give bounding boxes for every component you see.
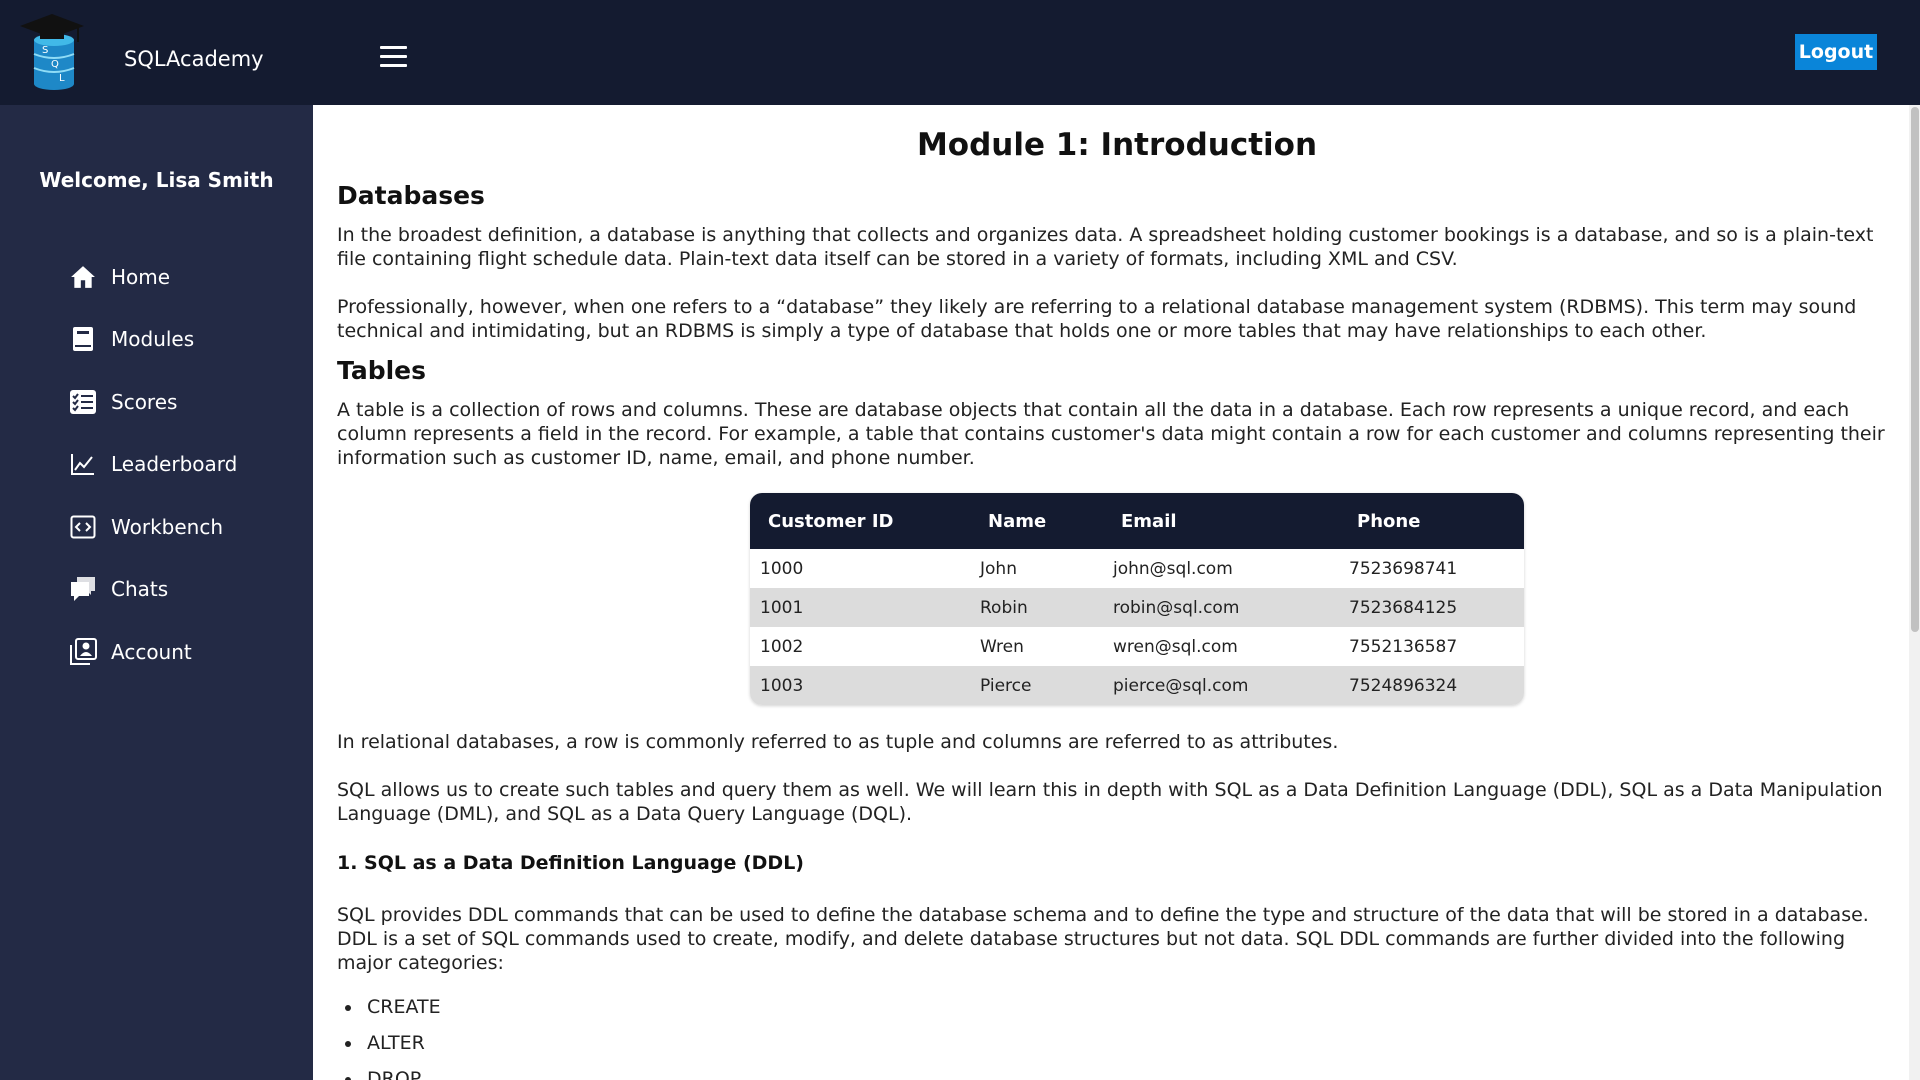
cell-phone: 7524896324 xyxy=(1349,675,1458,696)
sqlacademy-logo[interactable]: S Q L xyxy=(18,12,90,90)
cell-phone: 7523698741 xyxy=(1349,558,1458,579)
cell-phone: 7523684125 xyxy=(1349,597,1458,618)
cell-email: wren@sql.com xyxy=(1113,636,1238,657)
cell-email: john@sql.com xyxy=(1113,558,1233,579)
table-row: 1002 Wren wren@sql.com 7552136587 xyxy=(750,627,1524,666)
sidebar: Welcome, Lisa Smith Home Modules Scores … xyxy=(0,105,313,1080)
cell-name: Pierce xyxy=(980,675,1032,696)
column-header-customer-id: Customer ID xyxy=(768,510,894,532)
welcome-message: Welcome, Lisa Smith xyxy=(39,168,274,192)
sidebar-item-label: Chats xyxy=(111,577,169,601)
sidebar-item-modules[interactable]: Modules xyxy=(68,322,194,356)
sidebar-item-account[interactable]: Account xyxy=(68,635,192,669)
cell-customer-id: 1001 xyxy=(760,597,804,618)
list-item: CREATE xyxy=(363,989,441,1025)
table-row: 1003 Pierce pierce@sql.com 7524896324 xyxy=(750,666,1524,705)
cell-email: robin@sql.com xyxy=(1113,597,1240,618)
sidebar-item-label: Account xyxy=(111,640,192,664)
column-header-phone: Phone xyxy=(1357,510,1421,532)
scrollbar-thumb[interactable] xyxy=(1911,107,1919,632)
cell-customer-id: 1000 xyxy=(760,558,804,579)
table-row: 1000 John john@sql.com 7523698741 xyxy=(750,549,1524,588)
sidebar-item-home[interactable]: Home xyxy=(68,260,170,294)
logo-letter-q: Q xyxy=(51,59,59,70)
logout-button[interactable]: Logout xyxy=(1795,34,1877,70)
customer-table: Customer ID Name Email Phone 1000 John j… xyxy=(750,493,1524,705)
checklist-icon xyxy=(68,387,98,417)
main-content[interactable]: Module 1: Introduction Databases In the … xyxy=(313,105,1908,1080)
home-icon xyxy=(68,262,98,292)
tables-paragraph: A table is a collection of rows and colu… xyxy=(337,399,1885,469)
sql-paragraph: SQL allows us to create such tables and … xyxy=(337,779,1883,825)
list-item: DROP xyxy=(363,1061,441,1080)
cell-phone: 7552136587 xyxy=(1349,636,1458,657)
sidebar-item-scores[interactable]: Scores xyxy=(68,385,177,419)
column-header-email: Email xyxy=(1121,510,1177,532)
top-navbar: S Q L SQLAcademy Logout xyxy=(0,0,1920,105)
page-title: Module 1: Introduction xyxy=(916,127,1318,163)
section-heading-databases: Databases xyxy=(337,181,485,210)
logo-letter-s: S xyxy=(42,45,48,56)
code-icon xyxy=(68,512,98,542)
databases-paragraph-2: Professionally, however, when one refers… xyxy=(337,296,1857,342)
cell-name: John xyxy=(980,558,1017,579)
list-item: ALTER xyxy=(363,1025,441,1061)
cell-customer-id: 1003 xyxy=(760,675,804,696)
sidebar-item-workbench[interactable]: Workbench xyxy=(68,510,223,544)
account-icon xyxy=(68,637,98,667)
chat-icon xyxy=(68,574,98,604)
menu-toggle-icon[interactable] xyxy=(380,46,407,68)
sidebar-item-leaderboard[interactable]: Leaderboard xyxy=(68,447,237,481)
sidebar-item-label: Workbench xyxy=(111,515,223,539)
column-header-name: Name xyxy=(988,510,1047,532)
relational-paragraph: In relational databases, a row is common… xyxy=(337,731,1339,753)
cell-customer-id: 1002 xyxy=(760,636,804,657)
table-header-row: Customer ID Name Email Phone xyxy=(750,493,1524,549)
cell-email: pierce@sql.com xyxy=(1113,675,1249,696)
sidebar-item-label: Home xyxy=(111,265,171,289)
cell-name: Robin xyxy=(980,597,1028,618)
cell-name: Wren xyxy=(980,636,1024,657)
logo-letter-l: L xyxy=(59,73,65,84)
sidebar-item-label: Modules xyxy=(111,327,195,351)
book-icon xyxy=(68,324,98,354)
section-heading-tables: Tables xyxy=(337,356,427,385)
ddl-paragraph: SQL provides DDL commands that can be us… xyxy=(337,904,1869,974)
table-row: 1001 Robin robin@sql.com 7523684125 xyxy=(750,588,1524,627)
brand-name[interactable]: SQLAcademy xyxy=(124,47,264,71)
sidebar-item-chats[interactable]: Chats xyxy=(68,572,168,606)
databases-paragraph-1: In the broadest definition, a database i… xyxy=(337,224,1874,270)
line-chart-icon xyxy=(68,449,98,479)
sidebar-item-label: Scores xyxy=(111,390,178,414)
ddl-command-list: CREATE ALTER DROP xyxy=(363,989,441,1080)
sidebar-item-label: Leaderboard xyxy=(111,452,238,476)
ddl-heading: 1. SQL as a Data Definition Language (DD… xyxy=(337,852,804,874)
